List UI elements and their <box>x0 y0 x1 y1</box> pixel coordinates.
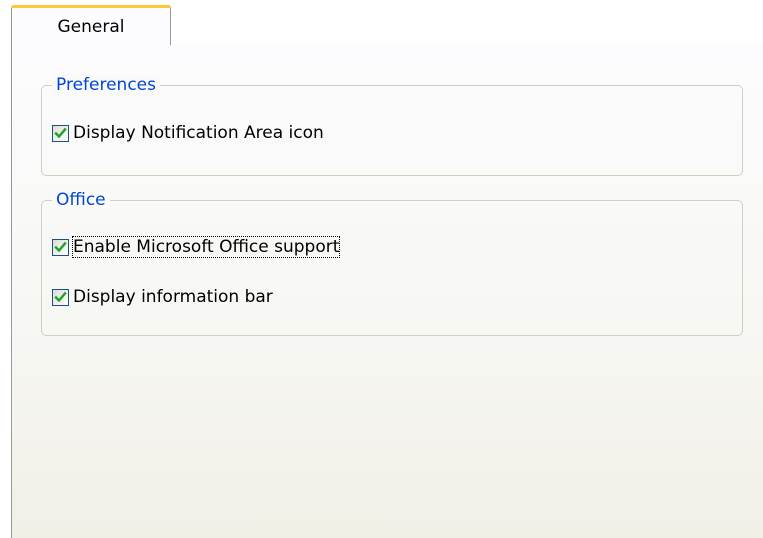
preferences-group: Preferences Display Notification Area ic… <box>41 74 743 176</box>
notification-area-icon-checkbox[interactable] <box>52 124 69 142</box>
display-information-bar-option[interactable]: Display information bar <box>52 286 273 308</box>
office-group-title: Office <box>52 189 110 211</box>
options-dialog: General Preferences Display Notification… <box>0 0 763 538</box>
checkmark-icon <box>54 241 67 252</box>
display-information-bar-checkbox[interactable] <box>52 288 69 306</box>
checkmark-icon <box>54 127 67 138</box>
notification-area-icon-label: Display Notification Area icon <box>73 123 324 143</box>
tab-general-label: General <box>57 17 125 37</box>
tab-general[interactable]: General <box>11 5 171 45</box>
tab-hot-highlight <box>11 5 171 8</box>
enable-office-support-option[interactable]: Enable Microsoft Office support <box>52 236 341 258</box>
checkmark-icon <box>54 291 67 302</box>
tab-page-general: Preferences Display Notification Area ic… <box>11 44 763 538</box>
notification-area-icon-option[interactable]: Display Notification Area icon <box>52 122 324 144</box>
enable-office-support-checkbox[interactable] <box>52 238 69 256</box>
enable-office-support-label: Enable Microsoft Office support <box>71 236 341 258</box>
preferences-group-title: Preferences <box>52 74 160 96</box>
display-information-bar-label: Display information bar <box>73 287 273 307</box>
office-group: Office Enable Microsoft Office support D… <box>41 189 743 336</box>
